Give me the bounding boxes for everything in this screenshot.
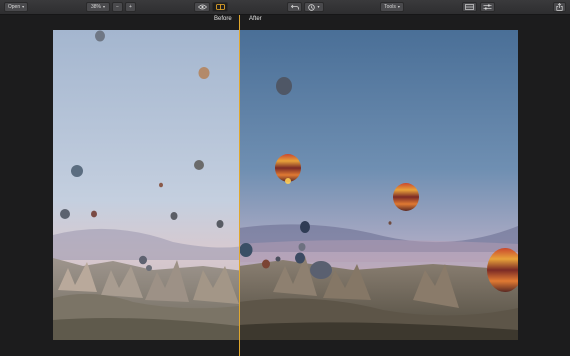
compare-toggle-button[interactable] <box>212 2 228 12</box>
zoom-in-button[interactable]: + <box>125 2 136 12</box>
chevron-down-icon: ▾ <box>103 4 106 9</box>
open-label: Open <box>7 3 21 10</box>
zoom-select[interactable]: 38% ▾ <box>86 2 110 12</box>
adjustments-icon <box>483 4 492 10</box>
history-button[interactable]: ▾ <box>304 2 324 12</box>
chevron-down-icon: ▾ <box>317 4 320 9</box>
preview-toggle-button[interactable] <box>194 2 210 12</box>
minus-icon: − <box>116 3 119 10</box>
open-button[interactable]: Open ▾ <box>4 2 28 12</box>
chevron-down-icon: ▾ <box>22 4 25 9</box>
after-label: After <box>249 16 262 22</box>
share-button[interactable] <box>553 2 566 12</box>
plus-icon: + <box>129 3 132 10</box>
before-label: Before <box>214 16 232 22</box>
compare-divider-handle[interactable] <box>239 15 240 356</box>
panel-icon <box>465 4 474 10</box>
undo-icon <box>290 4 299 10</box>
undo-button[interactable] <box>287 2 302 12</box>
zoom-out-button[interactable]: − <box>112 2 123 12</box>
history-icon <box>308 3 316 11</box>
adjustments-button[interactable] <box>480 2 495 12</box>
tools-button[interactable]: Tools ▾ <box>380 2 404 12</box>
toolbar: Open ▾ 38% ▾ − + ▾ Tools ▾ <box>0 0 570 15</box>
panel-toggle-button[interactable] <box>462 2 477 12</box>
eye-icon <box>197 4 207 10</box>
photo-canvas[interactable] <box>53 30 518 340</box>
compare-label-row: Before After <box>0 15 570 27</box>
tools-label: Tools <box>384 3 396 10</box>
chevron-down-icon: ▾ <box>397 4 400 9</box>
share-icon <box>556 3 563 11</box>
split-view-icon <box>215 4 225 10</box>
photo-image <box>53 30 518 340</box>
zoom-value: 38% <box>90 3 101 10</box>
